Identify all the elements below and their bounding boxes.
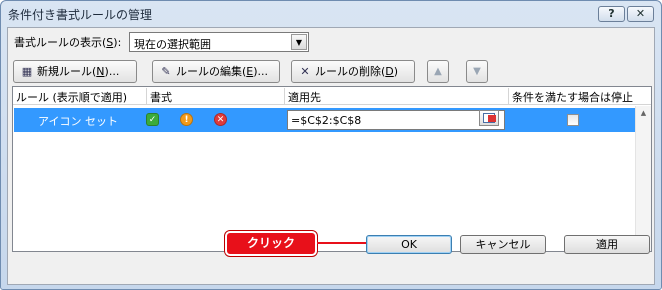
- exclamation-icon: !: [180, 113, 193, 126]
- arrow-down-icon: ▼: [473, 66, 481, 77]
- new-rule-button[interactable]: ▦ 新規ルール(N)...: [13, 60, 137, 83]
- rules-table: ルール (表示順で適用) 書式 適用先 条件を満たす場合は停止 アイコン セット…: [12, 86, 652, 252]
- delete-x-icon: ✕: [300, 65, 310, 78]
- chevron-down-icon[interactable]: ▼: [291, 34, 307, 50]
- callout-pointer: [317, 242, 369, 244]
- edit-rule-icon: ✎: [161, 65, 171, 78]
- table-row[interactable]: アイコン セット ✓ ! ✕ =$C$2:$C$8: [14, 108, 635, 132]
- edit-rule-button[interactable]: ✎ ルールの編集(E)...: [152, 60, 280, 83]
- cross-icon: ✕: [214, 113, 227, 126]
- help-button[interactable]: ?: [598, 6, 625, 22]
- range-picker-icon[interactable]: [479, 110, 499, 126]
- new-rule-icon: ▦: [21, 65, 33, 78]
- move-down-button[interactable]: ▼: [466, 60, 488, 83]
- close-button[interactable]: ✕: [627, 6, 654, 22]
- column-header-stop-if-true[interactable]: 条件を満たす場合は停止: [512, 89, 633, 105]
- move-up-button[interactable]: ▲: [427, 60, 449, 83]
- column-divider[interactable]: [146, 88, 147, 104]
- column-header-rule[interactable]: ルール (表示順で適用): [16, 89, 127, 105]
- ok-button[interactable]: OK: [366, 235, 452, 254]
- click-callout: クリック: [225, 231, 317, 256]
- apply-button[interactable]: 適用: [564, 235, 650, 254]
- column-divider[interactable]: [284, 88, 285, 104]
- show-rules-dropdown[interactable]: 現在の選択範囲 ▼: [129, 32, 309, 52]
- delete-rule-button[interactable]: ✕ ルールの削除(D): [291, 60, 415, 83]
- dialog-title: 条件付き書式ルールの管理: [8, 8, 153, 22]
- column-header-format[interactable]: 書式: [150, 89, 172, 105]
- applies-to-value: =$C$2:$C$8: [291, 114, 362, 127]
- vertical-scrollbar[interactable]: ▲ ▼: [635, 106, 651, 251]
- check-icon: ✓: [146, 113, 159, 126]
- column-header-applies-to[interactable]: 適用先: [288, 89, 321, 105]
- table-header: ルール (表示順で適用) 書式 適用先 条件を満たす場合は停止: [13, 87, 651, 105]
- show-rules-value: 現在の選択範囲: [134, 38, 211, 51]
- scroll-up-icon[interactable]: ▲: [636, 106, 651, 120]
- applies-to-input[interactable]: =$C$2:$C$8: [287, 110, 505, 130]
- dialog-body: 書式ルールの表示(S): 現在の選択範囲 ▼ ▦ 新規ルール(N)... ✎ ルール…: [7, 27, 655, 285]
- rules-manager-dialog: 条件付き書式ルールの管理 ? ✕ 書式ルールの表示(S): 現在の選択範囲 ▼ …: [0, 0, 662, 290]
- title-bar: 条件付き書式ルールの管理 ? ✕: [1, 1, 661, 27]
- stop-if-true-checkbox[interactable]: [567, 114, 579, 126]
- column-divider[interactable]: [508, 88, 509, 104]
- arrow-up-icon: ▲: [434, 66, 442, 77]
- rule-name: アイコン セット: [38, 115, 118, 128]
- show-rules-label: 書式ルールの表示(S):: [14, 36, 122, 49]
- cancel-button[interactable]: キャンセル: [460, 235, 546, 254]
